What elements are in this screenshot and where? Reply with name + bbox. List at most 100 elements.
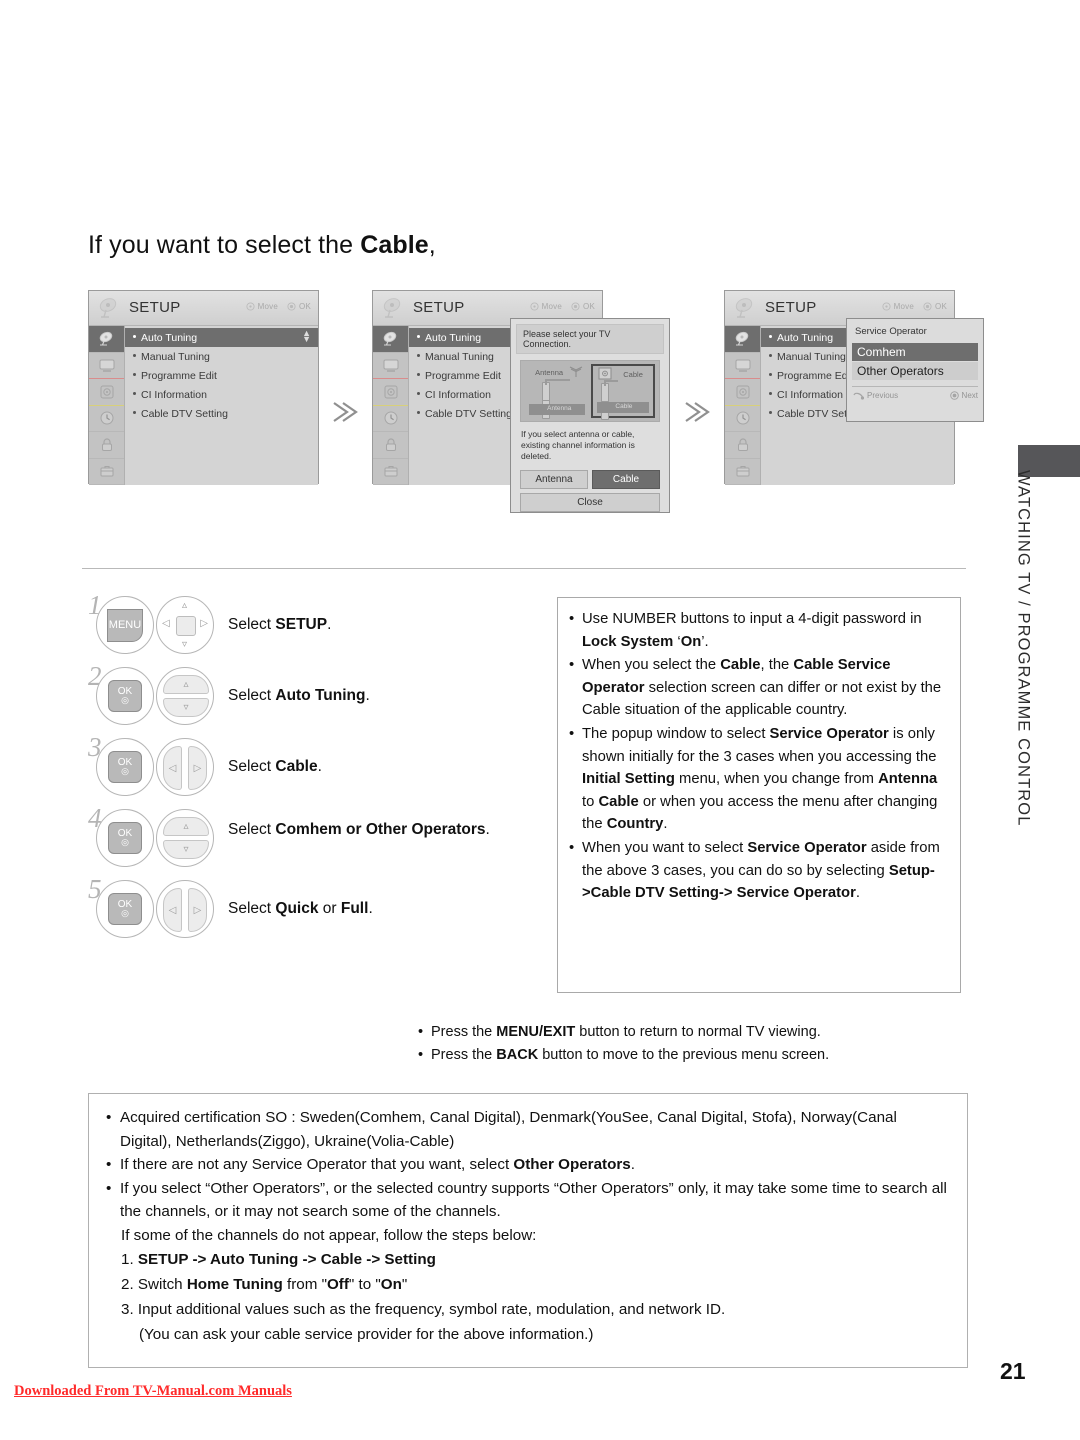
tv-connection-dialog: Please select your TV Connection. Antenn… [510,318,670,513]
previous-button[interactable]: Previous [852,391,898,400]
cable-button[interactable]: Cable [592,470,660,489]
remote-key-ok[interactable]: OK ◎ [96,809,154,867]
satellite-dish-icon [99,298,117,318]
ok-key-dot-icon: ◎ [121,766,129,776]
sidebar-item-time[interactable] [89,406,124,432]
osd-menu-item-auto-tuning[interactable]: Auto Tuning ▲ ▼ [125,328,318,347]
osd-sidebar [373,326,409,485]
osd-menu-item-cable-dtv-setting[interactable]: Cable DTV Setting [125,404,318,423]
step-text-pre: Select [228,758,276,775]
step-text-post: . [365,687,370,704]
bullet-dot [417,373,420,377]
remote-dpad-4way[interactable]: ▵ ▿ ◁ ▷ [156,596,214,654]
arrow-down-icon: ▿ [163,840,209,859]
audio-speaker-icon [384,385,397,399]
osd-screenshot-row: SETUP Move OK Auto Tuning ▲ ▼ Manual Tun… [0,287,1080,513]
numbered-step: 2. Switch Home Tuning from "Off" to "On" [121,1276,408,1293]
next-button[interactable]: Next [949,391,978,400]
list-item: Press the MENU/EXIT button to return to … [418,1021,978,1044]
step-text-bold: Auto Tuning [275,687,366,704]
remote-key-ok[interactable]: OK ◎ [96,667,154,725]
step-text-bold: SETUP [275,616,328,633]
dpad-icon [530,302,539,311]
sidebar-item-audio[interactable] [725,379,760,406]
sidebar-item-lock[interactable] [725,432,760,459]
sidebar-item-audio[interactable] [89,379,124,406]
antenna-label: Antenna [535,368,564,377]
service-operator-option-other[interactable]: Other Operators [852,362,978,380]
arrow-down-icon: ▿ [182,639,188,650]
lock-icon [385,438,396,451]
connection-illustration: Antenna Antenna Cable Cable [520,360,660,422]
dpad-icon: ▵ ▿ ◁ ▷ [162,600,208,650]
bullet-dot [133,335,136,339]
sidebar-item-setup[interactable] [725,459,760,485]
osd-menu-item-ci-information[interactable]: CI Information [125,385,318,404]
dialog-note: If you select antenna or cable, existing… [521,429,635,461]
wire [545,379,571,381]
step-text-pre: Select [228,687,276,704]
list-item: The popup window to select Service Opera… [568,723,946,836]
sidebar-item-audio[interactable] [373,379,408,406]
step-text-post: . [317,758,322,775]
hint-move: Move [246,302,278,311]
bullet-dot [417,411,420,415]
numbered-step-note: (You can ask your cable service provider… [139,1326,594,1343]
remote-leftright-pad[interactable]: ◁ ▷ [156,738,214,796]
footer-download-link[interactable]: Downloaded From TV-Manual.com Manuals [14,1383,292,1400]
step-1: 1 MENU ▵ ▿ ◁ ▷ Select SETUP. [88,590,558,663]
osd-menu-item-label: Auto Tuning [141,331,198,344]
page-title-pre: If you want to select the [88,231,361,259]
step-5: 5 OK ◎ ◁ ▷ Select Quick or Full. [88,874,558,947]
arrow-up-icon: ▵ [182,600,188,611]
sidebar-item-picture[interactable] [373,353,408,379]
audio-speaker-icon [736,385,749,399]
arrow-left-icon: ◁ [163,888,182,932]
remote-updown-pad[interactable]: ▵ ▿ [156,809,214,867]
setup-briefcase-icon [100,466,113,477]
close-button[interactable]: Close [520,493,660,512]
list-item: If you select “Other Operators”, or the … [105,1177,951,1224]
remote-key-menu[interactable]: MENU [96,596,154,654]
sidebar-item-time[interactable] [725,406,760,432]
bullet-dot [133,373,136,377]
sidebar-item-setup[interactable] [373,459,408,485]
satellite-dish-icon [99,331,112,346]
sidebar-item-time[interactable] [373,406,408,432]
remote-updown-pad[interactable]: ▵ ▿ [156,667,214,725]
arrow-down-icon: ▿ [163,698,209,717]
osd-menu-item-label: Programme Edi [777,369,850,382]
sidebar-item-picture[interactable] [89,353,124,379]
step-text-bold: Cable [275,758,318,775]
step-text-pre: Select [228,616,276,633]
service-operator-option-comhem[interactable]: Comhem [852,343,978,361]
step-text-bold: Comhem or Other Operators [275,821,486,838]
sidebar-item-lock[interactable] [373,432,408,459]
remote-key-ok[interactable]: OK ◎ [96,880,154,938]
osd-menu-item-programme-edit[interactable]: Programme Edit [125,366,318,385]
page-number: 21 [1000,1358,1026,1384]
satellite-dish-icon [383,298,401,318]
sidebar-item-channel[interactable] [89,326,124,353]
ok-key: OK ◎ [108,822,142,854]
sidebar-item-channel[interactable] [725,326,760,353]
osd-body: Auto Tuning ▲ ▼ Manual Tuning Programme Ed… [89,326,318,485]
osd-menu-list: Auto Tuning ▲ ▼ Manual Tuning Programme Ed… [125,326,318,485]
remote-key-ok[interactable]: OK ◎ [96,738,154,796]
remote-leftright-pad[interactable]: ◁ ▷ [156,880,214,938]
antenna-button[interactable]: Antenna [520,470,588,489]
antenna-bar: Antenna [529,404,585,415]
antenna-illustration: Antenna Antenna [525,364,588,419]
sidebar-item-setup[interactable] [89,459,124,485]
sidebar-item-channel[interactable] [373,326,408,353]
bullet-dot [133,411,136,415]
hint-ok-label: OK [583,302,595,311]
satellite-dish-icon [735,298,753,318]
osd-menu-item-label: Manual Tuning [141,350,210,363]
sidebar-item-lock[interactable] [89,432,124,459]
flow-arrow-1-icon [330,399,360,425]
osd-menu-item-manual-tuning[interactable]: Manual Tuning [125,347,318,366]
sidebar-item-picture[interactable] [725,353,760,379]
osd-hints: Move OK [246,302,311,311]
updown-pad-icon: ▵ ▿ [163,675,209,717]
